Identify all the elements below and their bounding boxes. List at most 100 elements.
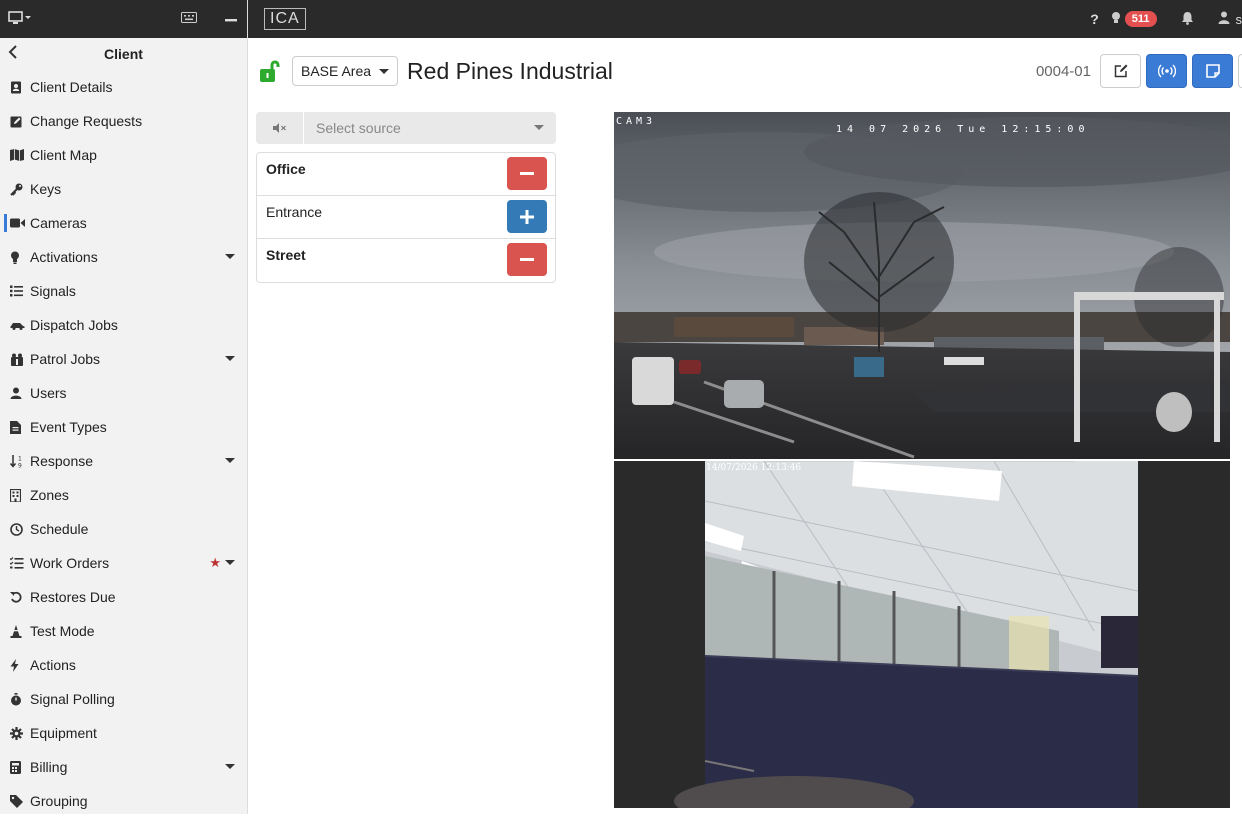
source-placeholder: Select source bbox=[316, 120, 401, 136]
sticky-note-icon bbox=[1206, 64, 1220, 78]
car-icon bbox=[10, 321, 30, 330]
sidebar-item-event-types[interactable]: Event Types bbox=[0, 410, 247, 444]
more-button[interactable] bbox=[1238, 54, 1242, 88]
building-icon bbox=[10, 489, 30, 502]
remove-camera-button[interactable] bbox=[507, 243, 547, 276]
sidebar-item-label: Change Requests bbox=[30, 113, 142, 129]
minus-icon bbox=[520, 258, 534, 262]
back-icon[interactable] bbox=[8, 45, 18, 64]
video-icon bbox=[10, 218, 30, 228]
sidebar-item-client-details[interactable]: Client Details bbox=[0, 70, 247, 104]
sidebar-item-label: Schedule bbox=[30, 521, 88, 537]
camera-feeds: CAM3 14 07 2026 Tue 12:15:00 14/07/2026 … bbox=[614, 112, 1230, 807]
street-camera-feed[interactable]: CAM3 14 07 2026 Tue 12:15:00 bbox=[614, 112, 1230, 459]
sidebar-item-response[interactable]: 19Response bbox=[0, 444, 247, 478]
sidebar-item-label: Client Details bbox=[30, 79, 112, 95]
sidebar-item-users[interactable]: Users bbox=[0, 376, 247, 410]
user-menu[interactable]: s bbox=[1218, 11, 1242, 27]
bell-icon[interactable] bbox=[1181, 11, 1194, 28]
address-card-icon bbox=[10, 81, 30, 94]
user-icon bbox=[10, 387, 30, 399]
sidebar-item-work-orders[interactable]: Work Orders ★ bbox=[0, 546, 247, 580]
sidebar-item-patrol-jobs[interactable]: Patrol Jobs bbox=[0, 342, 247, 376]
tag-icon bbox=[10, 795, 30, 808]
sidebar-item-billing[interactable]: Billing bbox=[0, 750, 247, 784]
list-icon bbox=[10, 285, 30, 297]
caret-down-icon[interactable] bbox=[225, 560, 235, 565]
sidebar-item-schedule[interactable]: Schedule bbox=[0, 512, 247, 546]
user-initial: s bbox=[1236, 12, 1242, 27]
sidebar-item-label: Dispatch Jobs bbox=[30, 317, 118, 333]
caret-down-icon[interactable] bbox=[225, 356, 235, 361]
sidebar-item-change-requests[interactable]: Change Requests bbox=[0, 104, 247, 138]
lightbulb-icon bbox=[10, 251, 30, 264]
alert-count-badge: 511 bbox=[1125, 11, 1157, 27]
app-logo[interactable]: ICA bbox=[264, 8, 306, 30]
unlock-icon[interactable] bbox=[258, 58, 284, 84]
stopwatch-icon bbox=[10, 693, 30, 706]
sidebar-item-activations[interactable]: Activations bbox=[0, 240, 247, 274]
patrol-icon bbox=[10, 353, 30, 366]
sidebar-toolbar bbox=[0, 0, 247, 38]
sort-numeric-icon: 19 bbox=[10, 455, 30, 468]
sidebar-item-keys[interactable]: Keys bbox=[0, 172, 247, 206]
camera-name: Entrance bbox=[266, 204, 322, 220]
sidebar-title: Client bbox=[0, 46, 247, 62]
cone-icon bbox=[10, 625, 30, 638]
sidebar-item-cameras[interactable]: Cameras bbox=[0, 206, 247, 240]
area-label: BASE Area bbox=[301, 63, 371, 79]
sidebar-item-dispatch-jobs[interactable]: Dispatch Jobs bbox=[0, 308, 247, 342]
keyboard-icon[interactable] bbox=[181, 10, 197, 28]
alerts-indicator[interactable]: 511 bbox=[1111, 11, 1157, 28]
caret-down-icon[interactable] bbox=[225, 764, 235, 769]
star-icon[interactable]: ★ bbox=[209, 555, 221, 571]
sidebar-item-grouping[interactable]: Grouping bbox=[0, 784, 247, 818]
sidebar-item-actions[interactable]: Actions bbox=[0, 648, 247, 682]
office-timestamp-overlay: 14/07/2026 12:13:46 bbox=[706, 463, 801, 473]
sidebar-item-test-mode[interactable]: Test Mode bbox=[0, 614, 247, 648]
sidebar-item-zones[interactable]: Zones bbox=[0, 478, 247, 512]
add-camera-button[interactable] bbox=[507, 200, 547, 233]
street-timestamp-overlay: 14 07 2026 Tue 12:15:00 bbox=[836, 124, 1089, 135]
sidebar-item-label: Billing bbox=[30, 759, 67, 775]
client-name: Red Pines Industrial bbox=[407, 58, 613, 85]
camera-row-street: Street bbox=[257, 239, 555, 282]
sidebar-item-restores-due[interactable]: Restores Due bbox=[0, 580, 247, 614]
remove-camera-button[interactable] bbox=[507, 157, 547, 190]
signal-button[interactable] bbox=[1146, 54, 1187, 88]
edit-button[interactable] bbox=[1100, 54, 1141, 88]
caret-down-icon[interactable] bbox=[225, 458, 235, 463]
sidebar-item-label: Work Orders bbox=[30, 555, 109, 571]
sidebar-header: Client bbox=[0, 38, 247, 70]
minimize-icon[interactable] bbox=[225, 10, 239, 28]
mute-button[interactable] bbox=[256, 112, 304, 144]
volume-mute-icon bbox=[273, 123, 287, 133]
map-icon bbox=[10, 149, 30, 161]
sidebar-item-equipment[interactable]: Equipment bbox=[0, 716, 247, 750]
sidebar-item-signals[interactable]: Signals bbox=[0, 274, 247, 308]
sidebar-item-client-map[interactable]: Client Map bbox=[0, 138, 247, 172]
undo-icon bbox=[10, 591, 30, 603]
sidebar-item-label: Event Types bbox=[30, 419, 107, 435]
lightbulb-icon bbox=[1111, 11, 1121, 28]
note-button[interactable] bbox=[1192, 54, 1233, 88]
camera-list: Office Entrance Street bbox=[256, 152, 556, 283]
sidebar-item-label: Keys bbox=[30, 181, 61, 197]
office-camera-image bbox=[614, 461, 1230, 808]
area-dropdown[interactable]: BASE Area bbox=[292, 56, 398, 86]
office-camera-feed[interactable]: 14/07/2026 12:13:46 bbox=[614, 461, 1230, 808]
monitor-icon[interactable] bbox=[8, 11, 32, 28]
source-selector: Select source bbox=[256, 112, 556, 144]
camera-row-office: Office bbox=[257, 153, 555, 196]
calculator-icon bbox=[10, 761, 30, 774]
camera-name: Street bbox=[266, 247, 306, 263]
camera-label-overlay: CAM3 bbox=[616, 116, 656, 127]
caret-down-icon[interactable] bbox=[225, 254, 235, 259]
user-icon bbox=[1218, 11, 1230, 27]
sidebar-item-label: Zones bbox=[30, 487, 69, 503]
source-select[interactable]: Select source bbox=[304, 112, 556, 144]
help-icon[interactable]: ? bbox=[1090, 11, 1099, 27]
sidebar-item-signal-polling[interactable]: Signal Polling bbox=[0, 682, 247, 716]
cog-icon bbox=[10, 727, 30, 740]
account-number: 0004-01 bbox=[1036, 63, 1091, 80]
